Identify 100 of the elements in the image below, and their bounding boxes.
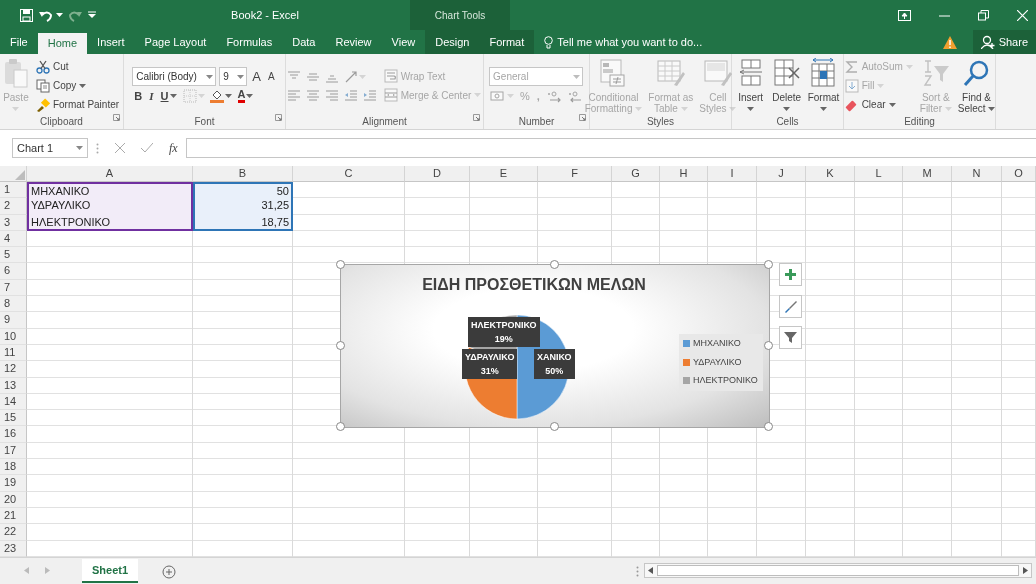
row-header[interactable]: 15 xyxy=(0,410,27,427)
brush-icon xyxy=(35,97,50,112)
ribbon-button[interactable]: Clear xyxy=(842,96,915,113)
column-header[interactable]: J xyxy=(757,166,806,182)
caret-icon xyxy=(12,107,20,112)
ribbon-button[interactable]: Format xyxy=(806,57,841,114)
caret-icon xyxy=(56,13,63,17)
resize-handle[interactable] xyxy=(764,341,773,350)
resize-handle[interactable] xyxy=(336,422,345,431)
table-cell: ΥΔΡΑΥΛΙΚΟ xyxy=(27,198,193,215)
resize-handle[interactable] xyxy=(550,422,559,431)
ribbon-button[interactable]: Format Painter xyxy=(33,96,122,113)
ribbon-options-icon[interactable] xyxy=(898,9,911,21)
column-header[interactable]: H xyxy=(660,166,708,182)
caret-icon xyxy=(680,107,688,112)
group-label: Clipboard xyxy=(40,116,83,127)
column-header[interactable]: N xyxy=(952,166,1002,182)
copy-icon xyxy=(35,78,50,93)
caret-icon xyxy=(635,107,643,112)
dialog-launcher-icon xyxy=(473,114,480,122)
ribbon-button[interactable]: U xyxy=(158,88,179,104)
row-header[interactable]: 2 xyxy=(0,198,27,215)
column-header[interactable]: B xyxy=(193,166,293,182)
ribbon-button[interactable]: A xyxy=(250,68,263,85)
table-cell: 31,25 xyxy=(193,198,293,215)
ribbon-tab[interactable]: Design xyxy=(425,30,480,54)
row-header[interactable]: 8 xyxy=(0,296,27,313)
ribbon-tab[interactable]: File xyxy=(0,30,38,54)
ribbon-button[interactable]: Find & Select xyxy=(956,57,997,114)
ribbon-tab[interactable]: Review xyxy=(325,30,382,54)
horizontal-scrollbar[interactable] xyxy=(644,563,1032,579)
row-header[interactable]: 19 xyxy=(0,475,27,492)
column-header[interactable]: C xyxy=(293,166,405,182)
column-header[interactable]: O xyxy=(1002,166,1036,182)
row-header[interactable]: 5 xyxy=(0,247,27,264)
ribbon-tab[interactable]: Formulas xyxy=(216,30,283,54)
brush-icon xyxy=(784,300,797,313)
row-header[interactable]: 1 xyxy=(0,182,27,199)
legend-label: ΥΔΡΑΥΛΙΚΟ xyxy=(693,355,742,369)
button-label: Insert xyxy=(738,92,764,114)
resize-handle[interactable] xyxy=(550,260,559,269)
ribbon-button[interactable]: Copy xyxy=(33,77,122,94)
resize-handle[interactable] xyxy=(336,260,345,269)
tell-me-field[interactable]: Tell me what you want to do... xyxy=(557,33,728,51)
merge-cells-icon xyxy=(383,88,398,102)
restore-icon xyxy=(978,9,989,21)
sheet-tab[interactable]: Sheet1 xyxy=(82,558,139,584)
ribbon-tab[interactable]: Insert xyxy=(87,30,135,54)
scroll-thumb[interactable] xyxy=(657,565,1019,577)
data-label: ΥΔΡΑΥΛΙΚΟ 31% xyxy=(462,349,518,379)
ribbon-button[interactable]: B xyxy=(132,88,145,104)
dropdown-field[interactable]: 9 xyxy=(219,67,248,86)
legend-label: ΗΛΕΚΤΡΟΝΙΚΟ xyxy=(693,374,758,387)
column-header[interactable]: A xyxy=(27,166,193,182)
column-header[interactable]: L xyxy=(855,166,903,182)
row-header[interactable]: 16 xyxy=(0,426,27,443)
share-button[interactable]: Share xyxy=(972,30,1036,54)
ribbon-button[interactable]: Cut xyxy=(33,58,122,75)
column-header[interactable]: K xyxy=(806,166,855,182)
sigma-icon xyxy=(844,59,859,74)
row-header[interactable]: 12 xyxy=(0,361,27,378)
column-header[interactable]: I xyxy=(708,166,757,182)
column-header[interactable]: E xyxy=(470,166,538,182)
chart-filters-button[interactable] xyxy=(779,326,802,349)
ribbon-button[interactable] xyxy=(208,88,233,104)
ribbon-tab[interactable]: View xyxy=(381,30,426,54)
caret-icon xyxy=(888,102,896,107)
row-header[interactable]: 6 xyxy=(0,263,27,280)
dropdown-field[interactable]: Calibri (Body) xyxy=(132,67,217,86)
column-header[interactable]: M xyxy=(903,166,952,182)
formula-field[interactable] xyxy=(185,138,1036,158)
ribbon-button[interactable]: Delete xyxy=(770,57,803,114)
resize-handle[interactable] xyxy=(764,260,773,269)
ribbon-tab[interactable]: Data xyxy=(282,30,326,54)
resize-handle[interactable] xyxy=(764,422,773,431)
row-header[interactable]: 9 xyxy=(0,312,27,329)
ribbon-tab[interactable]: Home xyxy=(37,33,88,54)
column-header[interactable]: G xyxy=(612,166,660,182)
scissors-icon xyxy=(35,59,50,74)
text-angle-icon xyxy=(343,69,358,84)
data-label: ΗΛΕΚΤΡΟΝΙΚΟ 19% xyxy=(468,317,540,347)
table-cell: 50 xyxy=(193,182,293,199)
column-header[interactable]: F xyxy=(538,166,612,182)
ribbon-button[interactable]: A xyxy=(235,88,256,104)
ribbon-button[interactable]: I xyxy=(147,88,156,104)
wrap-text-icon xyxy=(383,69,398,83)
ribbon-tab[interactable]: Page Layout xyxy=(134,30,217,54)
column-header[interactable]: D xyxy=(405,166,470,182)
chart-elements-button[interactable] xyxy=(779,263,802,286)
ribbon-button[interactable]: A xyxy=(266,68,277,85)
caret-icon xyxy=(76,146,83,150)
row-header[interactable]: 22 xyxy=(0,524,27,541)
caret-icon xyxy=(169,94,177,98)
row-header[interactable]: 18 xyxy=(0,459,27,476)
insert-function-button[interactable]: fx xyxy=(169,139,178,157)
align-right-icon xyxy=(324,87,339,102)
name-box[interactable]: Chart 1 xyxy=(12,138,88,158)
ribbon-tab[interactable]: Format xyxy=(479,30,535,54)
chart-styles-button[interactable] xyxy=(779,295,802,318)
resize-handle[interactable] xyxy=(336,341,345,350)
